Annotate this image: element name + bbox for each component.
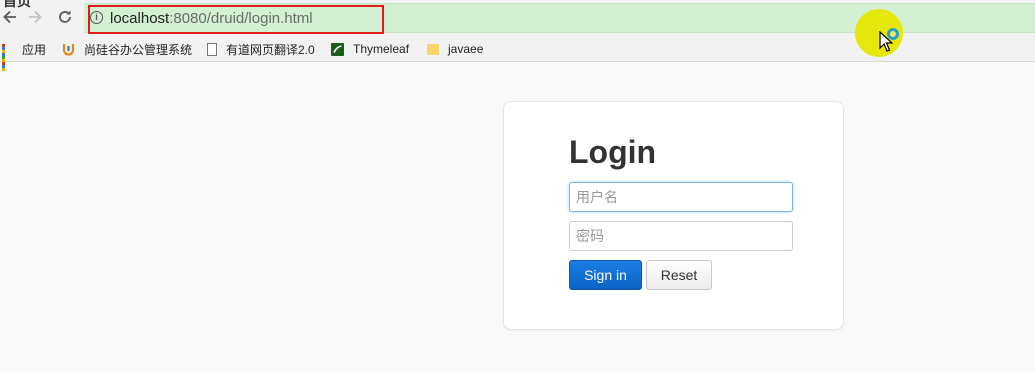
login-card (503, 101, 844, 330)
back-arrow-icon (3, 10, 16, 24)
reload-icon (59, 10, 71, 23)
site-logo-icon (62, 43, 75, 56)
bookmark-label: 有道网页翻译2.0 (226, 42, 315, 57)
forward-arrow-icon (29, 10, 42, 24)
password-input[interactable] (569, 221, 793, 251)
login-title: Login (569, 134, 657, 170)
apps-grid-icon (2, 43, 13, 71)
folder-icon (427, 43, 439, 55)
bookmark-thymeleaf[interactable]: Thymeleaf (331, 41, 409, 57)
forward-button[interactable] (25, 8, 45, 28)
reload-button[interactable] (55, 8, 75, 28)
bookmark-label: 尚硅谷办公管理系统 (84, 42, 193, 57)
sign-in-button[interactable]: Sign in (569, 260, 642, 290)
thymeleaf-icon (331, 42, 344, 56)
reset-button[interactable]: Reset (646, 260, 712, 290)
username-input[interactable] (569, 182, 793, 212)
bookmark-youdao[interactable]: 有道网页翻译2.0 (207, 41, 315, 57)
bookmark-label: 应用 (22, 42, 47, 57)
bookmark-javaee[interactable]: javaee (427, 41, 483, 57)
url-highlight-box (88, 5, 384, 34)
click-indicator-icon (887, 28, 899, 40)
bookmark-label: javaee (448, 42, 484, 56)
bookmark-shangguigu[interactable]: 尚硅谷办公管理系统 (62, 41, 192, 57)
page-icon (207, 42, 217, 56)
back-button[interactable] (0, 8, 20, 28)
bookmark-label: Thymeleaf (353, 42, 410, 56)
bookmark-apps[interactable]: 应用 (2, 41, 47, 71)
